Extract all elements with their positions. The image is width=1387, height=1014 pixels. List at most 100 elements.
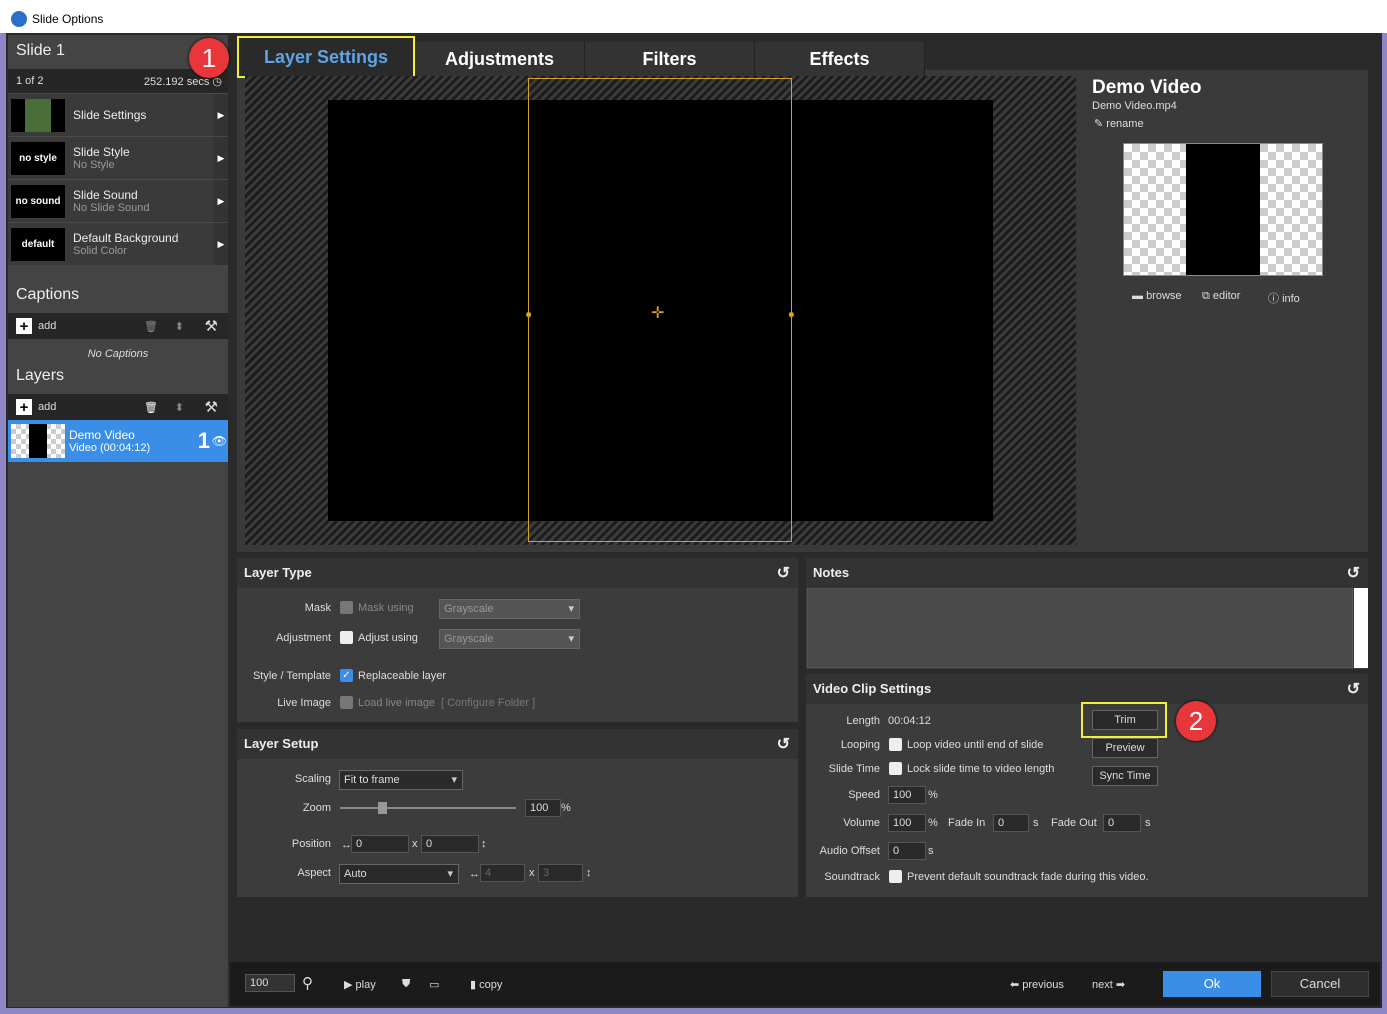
item-title: Slide Settings — [73, 108, 146, 122]
zoom-level-input[interactable]: 100 — [245, 974, 295, 992]
window-icon[interactable]: ▭ — [429, 978, 439, 991]
adjust-using-label: Adjust using — [358, 632, 418, 644]
copy-button[interactable]: ▮ copy — [470, 978, 502, 991]
tools-icon[interactable]: ⚒ — [205, 317, 218, 335]
bottom-toolbar: 100 ⚲ ▶ play ⛊ ▭ ▮ copy ⬅ previous next … — [230, 962, 1380, 1006]
x-separator: x — [529, 867, 535, 879]
slide-settings-item[interactable]: Slide Settings▶ — [8, 93, 228, 136]
search-icon[interactable]: ⚲ — [302, 974, 313, 992]
previous-button[interactable]: ⬅ previous — [1010, 978, 1064, 991]
reset-icon[interactable]: ↺ — [1347, 563, 1360, 583]
reorder-icon[interactable]: ⬍ — [175, 401, 184, 414]
editor-icon: ⧉ — [1202, 290, 1210, 302]
length-label: Length — [806, 715, 880, 727]
vertical-arrows-icon: ↕ — [481, 838, 487, 850]
layer-bounding-box[interactable]: ● ● ✛ — [528, 78, 792, 542]
adjustment-label: Adjustment — [237, 632, 331, 644]
trash-icon[interactable]: 🗑 — [144, 320, 158, 333]
zoom-input[interactable]: 100 — [525, 799, 561, 817]
background-thumbnail: default — [11, 228, 65, 261]
notes-textarea[interactable] — [807, 588, 1353, 668]
preview-button[interactable]: Preview — [1092, 738, 1158, 758]
add-caption-icon[interactable]: + — [16, 318, 32, 334]
audio-offset-input[interactable]: 0 — [888, 842, 926, 860]
reorder-icon[interactable]: ⬍ — [175, 320, 184, 333]
trash-icon[interactable]: 🗑 — [144, 401, 158, 414]
editor-button[interactable]: ⧉ editor — [1202, 290, 1240, 303]
play-icon: ▶ — [344, 979, 352, 991]
tab-filters[interactable]: Filters — [585, 42, 755, 76]
looping-text: Loop video until end of slide — [907, 739, 1043, 751]
info-label: info — [1282, 293, 1300, 305]
shield-icon[interactable]: ⛊ — [402, 978, 410, 991]
default-background-item[interactable]: defaultDefault BackgroundSolid Color▶ — [8, 222, 228, 265]
soundtrack-checkbox[interactable] — [889, 870, 902, 883]
scaling-select[interactable]: Fit to frame — [339, 770, 463, 790]
position-x-input[interactable]: 0 — [351, 835, 409, 853]
add-layer-icon[interactable]: + — [16, 399, 32, 415]
adjustment-checkbox[interactable] — [340, 631, 353, 644]
chevron-right-icon: ▶ — [214, 180, 228, 222]
slide-time-label: Slide Time — [806, 763, 880, 775]
tab-adjustments[interactable]: Adjustments — [415, 42, 585, 76]
reset-icon[interactable]: ↺ — [777, 563, 790, 583]
tools-icon[interactable]: ⚒ — [205, 398, 218, 416]
slide-style-item[interactable]: no styleSlide StyleNo Style▶ — [8, 136, 228, 179]
notes-scrollbar[interactable] — [1354, 588, 1368, 668]
rename-link[interactable]: ✎ rename — [1094, 117, 1144, 130]
info-button[interactable]: ⓘ info — [1268, 290, 1300, 306]
cancel-button[interactable]: Cancel — [1271, 971, 1369, 997]
rename-label: rename — [1106, 118, 1143, 130]
fade-in-input[interactable]: 0 — [993, 814, 1029, 832]
fade-out-input[interactable]: 0 — [1103, 814, 1141, 832]
tab-effects[interactable]: Effects — [755, 42, 925, 76]
reset-icon[interactable]: ↺ — [1347, 679, 1360, 699]
replaceable-checkbox[interactable]: ✓ — [340, 669, 353, 682]
next-button[interactable]: next ➡ — [1092, 978, 1125, 991]
sync-time-button[interactable]: Sync Time — [1092, 766, 1158, 786]
folder-icon: ▬ — [1132, 290, 1143, 302]
live-image-checkbox[interactable] — [340, 696, 353, 709]
aspect-width-input[interactable]: 4 — [480, 864, 525, 882]
length-value: 00:04:12 — [888, 715, 931, 727]
aspect-select[interactable]: Auto — [339, 864, 459, 884]
browse-button[interactable]: ▬ browse — [1132, 290, 1182, 302]
add-layer-button[interactable]: add — [38, 401, 56, 413]
position-y-input[interactable]: 0 — [421, 835, 479, 853]
editor-label: editor — [1213, 290, 1241, 302]
zoom-slider[interactable] — [340, 807, 516, 809]
item-sub: No Style — [73, 159, 130, 171]
add-caption-button[interactable]: add — [38, 320, 56, 332]
adjust-select[interactable]: Grayscale — [439, 629, 580, 649]
chevron-right-icon: ▶ — [214, 223, 228, 265]
mask-select[interactable]: Grayscale — [439, 599, 580, 619]
captions-heading: Captions — [8, 279, 228, 313]
zoom-slider-handle[interactable] — [378, 802, 387, 814]
tab-layer-settings[interactable]: Layer Settings — [237, 36, 415, 78]
mask-checkbox[interactable] — [340, 601, 353, 614]
info-icon: ⓘ — [1268, 293, 1279, 305]
slide-time-checkbox[interactable] — [889, 762, 902, 775]
volume-input[interactable]: 100 — [888, 814, 926, 832]
sidebar: Slide 1 1 of 2252.192 secs ◷ Slide Setti… — [8, 35, 228, 1007]
looping-checkbox[interactable] — [889, 738, 902, 751]
resize-handle-right[interactable]: ● — [788, 307, 795, 321]
live-image-label: Live Image — [237, 697, 331, 709]
tab-bar: Layer Settings Adjustments Filters Effec… — [237, 36, 925, 78]
zoom-label: Zoom — [237, 802, 331, 814]
reset-icon[interactable]: ↺ — [777, 734, 790, 754]
eye-icon[interactable]: 👁 — [212, 434, 227, 448]
play-button[interactable]: ▶ play — [344, 978, 376, 991]
configure-folder-link[interactable]: [ Configure Folder ] — [441, 697, 535, 709]
center-crosshair-icon[interactable]: ✛ — [651, 303, 664, 323]
speed-input[interactable]: 100 — [888, 786, 926, 804]
ok-button[interactable]: Ok — [1163, 971, 1261, 997]
percent-unit: % — [561, 802, 571, 814]
layer-item[interactable]: Demo VideoVideo (00:04:12) 1 👁 — [8, 420, 228, 462]
slide-sound-item[interactable]: no soundSlide SoundNo Slide Sound▶ — [8, 179, 228, 222]
layer-type-panel: Layer Type↺ Mask Mask using Grayscale Ad… — [237, 558, 798, 722]
aspect-height-input[interactable]: 3 — [538, 864, 583, 882]
resize-handle-left[interactable]: ● — [525, 307, 532, 321]
mask-label: Mask — [237, 602, 331, 614]
aspect-label: Aspect — [237, 867, 331, 879]
